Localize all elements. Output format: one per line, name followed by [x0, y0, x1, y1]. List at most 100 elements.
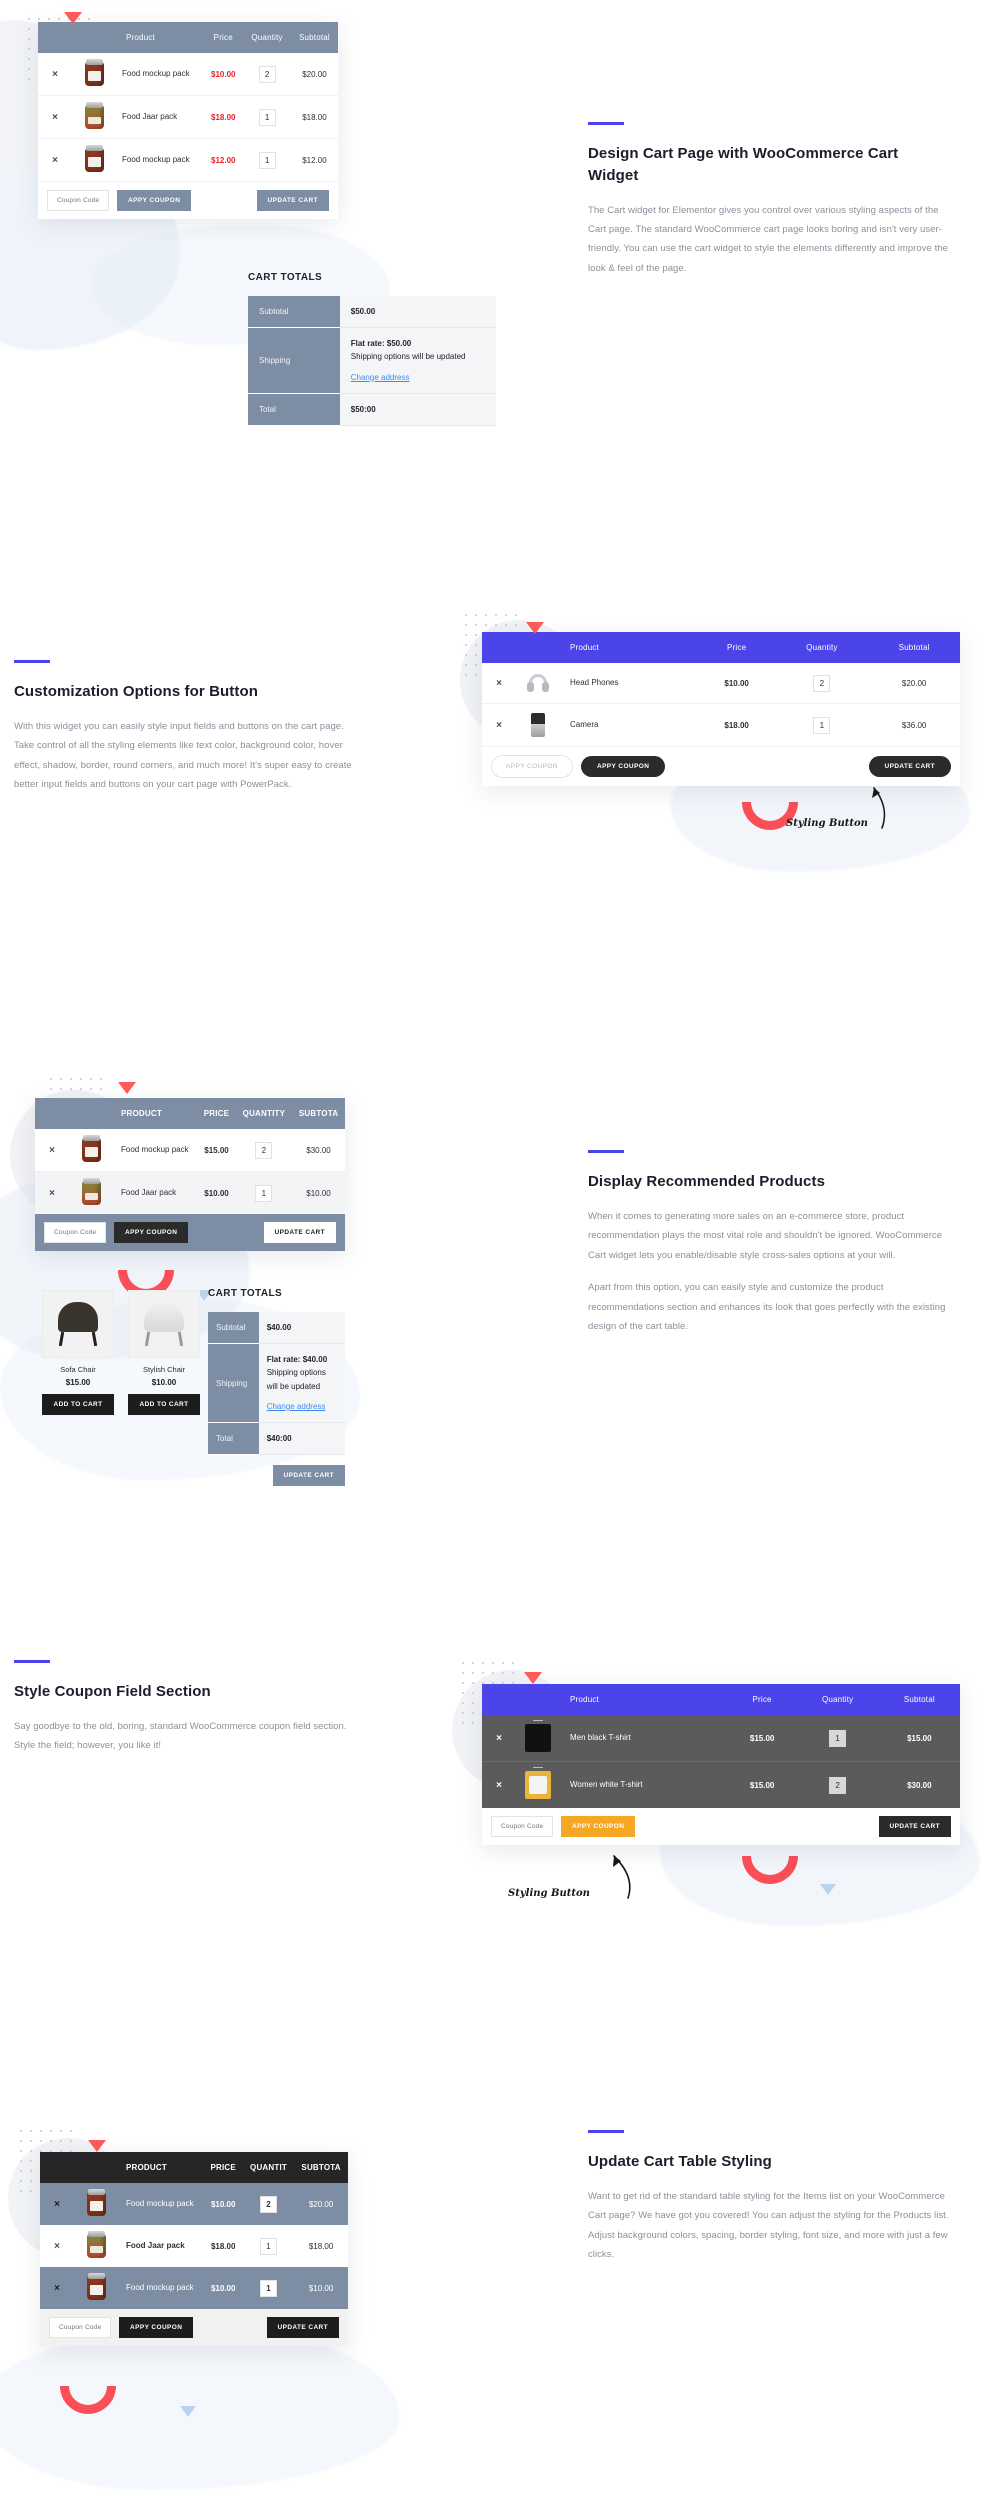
product-subtotal: $10.00	[308, 2283, 334, 2293]
product-price: $10.00	[204, 1188, 229, 1198]
apply-coupon-button[interactable]: APPY COUPON	[114, 1222, 189, 1243]
quantity-input[interactable]: 2	[813, 674, 831, 692]
remove-item-button[interactable]: ×	[40, 2225, 74, 2267]
section-paragraph: Apart from this option, you can easily s…	[588, 1282, 946, 1333]
apply-coupon-button[interactable]: APPY COUPON	[561, 1816, 636, 1837]
quantity-input[interactable]: 1	[258, 151, 276, 169]
th-product: PRODUCT	[126, 2163, 167, 2172]
copy-style-coupon-field: Style Coupon Field Section Say goodbye t…	[14, 1660, 354, 1756]
product-price: $18.00	[724, 720, 749, 730]
cart-footer: APPY COUPON UPDATE CART	[482, 1808, 960, 1845]
remove-item-button[interactable]: ×	[38, 96, 72, 139]
recommended-products: Sofa Chair $15.00 ADD TO CART Stylish Ch…	[42, 1290, 200, 1415]
cart-table-1: Product Price Quantity Subtotal × Food m…	[38, 22, 338, 219]
decor-arc-4	[742, 1856, 798, 1884]
cart-table: Product Price Quantity Subtotal × Head P…	[482, 632, 960, 747]
update-cart-button[interactable]: UPDATE CART	[263, 1222, 336, 1243]
coupon-input[interactable]	[491, 1816, 553, 1837]
remove-item-button[interactable]: ×	[482, 704, 516, 747]
recommended-product-card[interactable]: Stylish Chair $10.00 ADD TO CART	[128, 1290, 200, 1415]
add-to-cart-button[interactable]: ADD TO CART	[128, 1394, 200, 1415]
update-cart-button[interactable]: UPDATE CART	[272, 1465, 345, 1487]
cart-table-head: Product Price Quantity Subtotal	[482, 632, 960, 663]
decor-blob-7	[0, 2330, 400, 2490]
remove-item-button[interactable]: ×	[482, 1715, 516, 1762]
change-address-link[interactable]: Change address	[267, 1400, 326, 1413]
product-quantity: 1	[243, 2225, 294, 2267]
quantity-input[interactable]: 2	[258, 65, 276, 83]
change-address-link[interactable]: Change address	[351, 371, 410, 384]
quantity-input[interactable]: 1	[829, 1729, 847, 1747]
th-product: Product	[570, 643, 599, 652]
section-paragraph: Want to get rid of the standard table st…	[588, 2190, 949, 2261]
product-name: Food mockup pack	[122, 155, 190, 164]
cart-table: Product Price Quantity Subtotal × Food m…	[38, 22, 338, 182]
th-remove	[40, 2152, 74, 2183]
product-subtotal: $20.00	[901, 678, 927, 688]
coupon-input[interactable]	[49, 2317, 111, 2338]
remove-item-button[interactable]: ×	[38, 53, 72, 96]
totals-row-shipping: Shipping Flat rate: $40.00 Shipping opti…	[208, 1343, 345, 1423]
update-cart-button[interactable]: UPDATE CART	[878, 1816, 951, 1837]
jar-icon	[81, 1178, 101, 1205]
remove-item-button[interactable]: ×	[38, 139, 72, 182]
quantity-input[interactable]: 1	[258, 108, 276, 126]
quantity-input[interactable]: 2	[829, 1776, 847, 1794]
quantity-input[interactable]: 1	[813, 716, 831, 734]
product-quantity: 1	[243, 139, 291, 182]
apply-coupon-button[interactable]: APPY COUPON	[580, 756, 666, 777]
coupon-input[interactable]	[47, 190, 109, 211]
th-quantity: Quantity	[821, 1695, 854, 1704]
jar-icon	[81, 1135, 101, 1162]
product-name: Women white T-shirt	[570, 1780, 643, 1789]
update-cart-button[interactable]: UPDATE CART	[256, 190, 329, 211]
quantity-input[interactable]: 2	[255, 1141, 273, 1159]
th-quantity: Quantity	[806, 643, 838, 652]
product-quantity: 2	[236, 1129, 292, 1172]
totals-row-subtotal: Subtotal $40.00	[208, 1312, 345, 1345]
subtotal-value: $50.00	[339, 296, 496, 329]
remove-item-button[interactable]: ×	[482, 663, 516, 704]
th-price: Price	[752, 1695, 772, 1704]
product-quantity: 1	[236, 1172, 292, 1215]
product-quantity: 1	[243, 96, 291, 139]
cart-table-body: × Men black T-shirt $15.00 1 $15.00 × Wo…	[482, 1715, 960, 1808]
remove-item-button[interactable]: ×	[35, 1129, 69, 1172]
product-thumbnail	[74, 2267, 118, 2309]
totals-row-total: Total $40:00	[208, 1422, 345, 1456]
remove-item-button[interactable]: ×	[35, 1172, 69, 1215]
quantity-input[interactable]: 1	[259, 2237, 277, 2255]
apply-coupon-button[interactable]: APPY COUPON	[117, 190, 192, 211]
quantity-input[interactable]: 1	[255, 1184, 273, 1202]
add-to-cart-button[interactable]: ADD TO CART	[42, 1394, 114, 1415]
coupon-input[interactable]	[44, 1222, 106, 1243]
product-thumbnail	[74, 2183, 118, 2225]
remove-item-button[interactable]: ×	[40, 2267, 74, 2309]
recommended-product-card[interactable]: Sofa Chair $15.00 ADD TO CART	[42, 1290, 114, 1415]
product-price: $10.00	[211, 69, 236, 79]
table-header-row: Product Price Quantity Subtotal	[482, 1684, 960, 1715]
copy-update-cart-table: Update Cart Table Styling Want to get ri…	[588, 2130, 956, 2265]
product-name: Food mockup pack	[126, 2283, 194, 2292]
table-row: × Food mockup pack $12.00 1 $12.00	[38, 139, 338, 182]
product-price: $15.00	[749, 1733, 775, 1743]
apply-coupon-button[interactable]: APPY COUPON	[119, 2317, 194, 2338]
quantity-input[interactable]: 2	[259, 2195, 277, 2213]
update-cart-button[interactable]: UPDATE CART	[266, 2317, 339, 2338]
apply-coupon-ghost-button[interactable]: APPY COUPON	[491, 755, 573, 778]
th-price: Price	[213, 33, 233, 42]
jar-icon	[84, 102, 104, 129]
remove-item-button[interactable]: ×	[482, 1762, 516, 1809]
product-quantity: 1	[776, 704, 869, 747]
product-thumbnail	[516, 1715, 560, 1762]
th-thumb	[516, 1684, 560, 1715]
product-name: Head Phones	[570, 678, 619, 687]
cart-footer: APPY COUPON UPDATE CART	[40, 2309, 348, 2346]
remove-item-button[interactable]: ×	[40, 2183, 74, 2225]
update-cart-button[interactable]: UPDATE CART	[868, 756, 951, 777]
quantity-input[interactable]: 1	[259, 2279, 277, 2297]
product-thumbnail	[72, 139, 116, 182]
product-name: Food Jaar pack	[122, 112, 178, 121]
cart-table-3: PRODUCT PRICE QUANTITY SUBTOTA × Food mo…	[35, 1098, 345, 1251]
cart-table: PRODUCT PRICE QUANTITY SUBTOTA × Food mo…	[35, 1098, 345, 1214]
